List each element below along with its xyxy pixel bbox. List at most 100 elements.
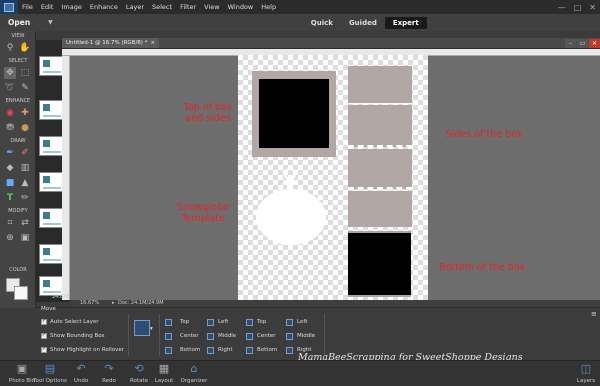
align-bottom-icon[interactable] xyxy=(165,347,172,354)
align-right-label[interactable]: Right xyxy=(218,347,232,353)
section-modify: MODIFY xyxy=(8,208,28,214)
crop-icon[interactable]: ⌗ xyxy=(4,217,16,229)
distribute-bottom-label[interactable]: Bottom xyxy=(257,347,277,353)
auto-select-label: Auto Select Layer xyxy=(50,319,99,325)
red-eye-icon[interactable]: ◉ xyxy=(4,107,16,119)
align-middle-label[interactable]: Middle xyxy=(218,333,236,339)
section-color: COLOR xyxy=(9,267,27,273)
pencil-icon[interactable]: ✏ xyxy=(19,192,31,204)
align-left-icon[interactable] xyxy=(207,319,214,326)
distribute-top-label[interactable]: Top xyxy=(257,319,266,325)
left-ruler xyxy=(62,56,70,300)
layout-button[interactable]: ▦ Layout xyxy=(150,363,178,385)
clone-stamp-icon[interactable]: ⛃ xyxy=(4,122,16,134)
maximize-button[interactable]: □ xyxy=(570,3,586,12)
move-tool-icon[interactable]: ✥ xyxy=(4,67,16,79)
menu-view[interactable]: View xyxy=(200,3,223,11)
zoom-level[interactable]: 16.67% xyxy=(80,300,99,306)
tool-options-button[interactable]: ▤ Tool Options xyxy=(30,363,70,385)
section-draw: DRAW xyxy=(10,138,26,144)
menu-bar: File Edit Image Enhance Layer Select Fil… xyxy=(0,0,600,14)
doc-minimize-button[interactable]: – xyxy=(565,38,576,48)
undo-icon: ↶ xyxy=(76,362,86,375)
lasso-icon[interactable]: ➰ xyxy=(4,82,16,94)
background-color-swatch[interactable] xyxy=(14,286,28,300)
undo-button[interactable]: ↶ Undo xyxy=(68,362,94,385)
spot-healing-icon[interactable]: ✚ xyxy=(19,107,31,119)
distribute-middle-label[interactable]: Middle xyxy=(297,333,315,339)
menu-layer[interactable]: Layer xyxy=(122,3,148,11)
blur-icon[interactable]: ▲ xyxy=(19,177,31,189)
hand-icon[interactable]: ✋ xyxy=(19,42,31,54)
straighten-icon[interactable]: ▣ xyxy=(19,232,31,244)
align-center-label[interactable]: Center xyxy=(180,333,199,339)
box-side-panel xyxy=(348,105,412,147)
type-icon[interactable]: T xyxy=(4,192,16,204)
organizer-button[interactable]: ⌂ Organizer xyxy=(178,362,210,385)
recompose-icon[interactable]: ⇄ xyxy=(19,217,31,229)
arrange-icon[interactable] xyxy=(134,320,150,336)
align-top-icon[interactable] xyxy=(165,319,172,326)
toolbox: VIEW ⚲ ✋ SELECT ✥ ⬚ ➰ ✎ ENHANCE ◉ ✚ ⛃ ● … xyxy=(0,31,36,308)
align-center-icon[interactable] xyxy=(165,333,172,340)
menu-window[interactable]: Window xyxy=(224,3,258,11)
close-button[interactable]: ✕ xyxy=(585,3,600,12)
menu-edit[interactable]: Edit xyxy=(37,3,58,11)
distribute-right-icon[interactable] xyxy=(286,347,293,354)
distribute-top-icon[interactable] xyxy=(246,319,253,326)
distribute-middle-icon[interactable] xyxy=(286,333,293,340)
rotate-icon: ⟲ xyxy=(134,362,144,375)
distribute-center-label[interactable]: Center xyxy=(257,333,276,339)
open-dropdown-icon[interactable]: ▼ xyxy=(48,19,53,26)
paint-bucket-icon[interactable]: ◆ xyxy=(4,162,16,174)
document-canvas[interactable] xyxy=(238,55,428,303)
quick-selection-icon[interactable]: ✎ xyxy=(19,82,31,94)
zoom-icon[interactable]: ⚲ xyxy=(4,42,16,54)
annotation-top-of-box: Top of box and sides xyxy=(183,102,233,124)
align-left-label[interactable]: Left xyxy=(218,319,228,325)
mode-guided[interactable]: Guided xyxy=(341,17,385,29)
gradient-icon[interactable]: ▥ xyxy=(19,162,31,174)
mode-expert[interactable]: Expert xyxy=(384,16,427,29)
content-aware-move-icon[interactable]: ⊕ xyxy=(4,232,16,244)
sponge-icon[interactable]: ● xyxy=(19,122,31,134)
panel-menu-icon[interactable]: ≡ xyxy=(591,310,597,318)
show-bounding-box-checkbox[interactable] xyxy=(41,332,47,339)
organizer-icon: ⌂ xyxy=(190,362,198,375)
snowglobe-shape xyxy=(256,189,326,245)
align-bottom-label[interactable]: Bottom xyxy=(180,347,200,353)
tab-close-icon[interactable]: × xyxy=(150,38,155,48)
snowglobe-hanger xyxy=(287,178,293,192)
distribute-left-label[interactable]: Left xyxy=(297,319,307,325)
align-right-icon[interactable] xyxy=(207,347,214,354)
doc-restore-button[interactable]: ▭ xyxy=(577,38,588,48)
marquee-icon[interactable]: ⬚ xyxy=(19,67,31,79)
document-tab[interactable]: Untitled-1 @ 16.7% (RGB/8) * × xyxy=(62,38,160,48)
menu-image[interactable]: Image xyxy=(57,3,85,11)
arrange-dropdown-icon[interactable]: ▾ xyxy=(150,326,153,332)
menu-help[interactable]: Help xyxy=(257,3,280,11)
minimize-button[interactable]: — xyxy=(554,3,570,12)
position-readout: 24.688 xyxy=(52,294,70,300)
distribute-bottom-icon[interactable] xyxy=(246,347,253,354)
menu-filter[interactable]: Filter xyxy=(176,3,200,11)
align-middle-icon[interactable] xyxy=(207,333,214,340)
brush-icon[interactable]: ✒ xyxy=(4,147,16,159)
mode-bar: Open ▼ Quick Guided Expert xyxy=(0,14,600,31)
show-highlight-checkbox[interactable] xyxy=(41,346,47,353)
layers-button[interactable]: ◫ Layers xyxy=(574,363,598,385)
align-top-label[interactable]: Top xyxy=(180,319,189,325)
shape-icon[interactable]: ■ xyxy=(4,177,16,189)
auto-select-checkbox[interactable] xyxy=(41,318,47,325)
menu-select[interactable]: Select xyxy=(148,3,176,11)
doc-close-button[interactable]: ✕ xyxy=(589,38,600,48)
mode-quick[interactable]: Quick xyxy=(303,17,341,29)
distribute-center-icon[interactable] xyxy=(246,333,253,340)
eraser-icon[interactable]: ✐ xyxy=(19,147,31,159)
open-button[interactable]: Open xyxy=(8,18,30,27)
menu-file[interactable]: File xyxy=(18,3,37,11)
status-arrow-icon[interactable]: ▸ xyxy=(112,300,115,306)
distribute-left-icon[interactable] xyxy=(286,319,293,326)
menu-enhance[interactable]: Enhance xyxy=(86,3,122,11)
redo-button[interactable]: ↷ Redo xyxy=(96,363,122,385)
